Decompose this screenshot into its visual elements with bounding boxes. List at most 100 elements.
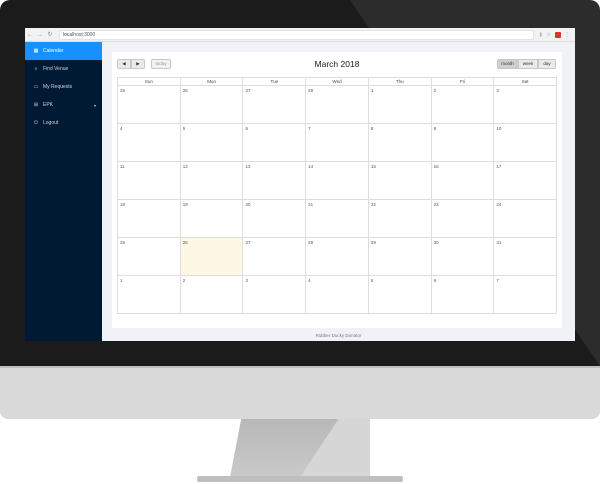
extension-icon[interactable] — [555, 31, 561, 38]
weekday-header: Wed — [306, 78, 369, 86]
week-row: 25 26 27 28 29 30 31 — [118, 238, 558, 276]
day-cell[interactable]: 3 — [494, 86, 558, 124]
week-row: 18 19 20 21 22 23 24 — [118, 200, 558, 238]
day-cell[interactable]: 28 — [306, 238, 369, 276]
day-cell[interactable]: 28 — [306, 86, 369, 124]
day-cell[interactable]: 25 — [118, 86, 181, 124]
today-button[interactable]: today — [151, 59, 171, 69]
day-cell[interactable]: 22 — [368, 200, 432, 238]
grid-icon: ⊞ — [33, 102, 39, 108]
sidebar: ▦ Calendar ⌕ Find Venue ▭ My Requests ⊞ … — [25, 42, 102, 341]
weekday-header: Sat — [494, 78, 558, 86]
day-cell[interactable]: 9 — [431, 124, 495, 162]
day-cell[interactable]: 16 — [431, 162, 495, 200]
screen: ← → ↻ localhost:3000 ⚷ ☆ ⋮ ▦ Calendar ⌕ … — [25, 28, 575, 341]
day-cell[interactable]: 1 — [368, 86, 432, 124]
day-cell[interactable]: 6 — [431, 276, 495, 314]
day-cell[interactable]: 10 — [494, 124, 558, 162]
page-footer: Rubber Ducky Donator — [315, 333, 362, 338]
day-cell[interactable]: 31 — [494, 238, 558, 276]
day-cell[interactable]: 15 — [368, 162, 432, 200]
arrow-right-icon[interactable]: → — [35, 32, 45, 38]
monitor-frame: ← → ↻ localhost:3000 ⚷ ☆ ⋮ ▦ Calendar ⌕ … — [0, 0, 600, 366]
sidebar-item-calendar[interactable]: ▦ Calendar — [25, 42, 102, 60]
sidebar-item-label: Logout — [43, 120, 59, 126]
browser-toolbar: ← → ↻ localhost:3000 ⚷ ☆ ⋮ — [25, 28, 575, 42]
arrow-left-icon[interactable]: ← — [25, 32, 35, 38]
calendar-card: ◀ ▶ today March 2018 month week day Sun … — [112, 52, 562, 328]
day-cell[interactable]: 7 — [494, 276, 558, 314]
day-cell[interactable]: 5 — [368, 276, 432, 314]
sidebar-item-find-venue[interactable]: ⌕ Find Venue — [25, 60, 102, 78]
day-cell[interactable]: 29 — [368, 238, 432, 276]
day-cell[interactable]: 23 — [431, 200, 495, 238]
week-view-button[interactable]: week — [518, 59, 538, 69]
folder-icon: ▭ — [33, 84, 39, 90]
day-cell[interactable]: 27 — [243, 238, 307, 276]
day-cell[interactable]: 7 — [306, 124, 369, 162]
sidebar-item-my-requests[interactable]: ▭ My Requests — [25, 78, 102, 96]
day-cell[interactable]: 4 — [118, 124, 181, 162]
weekday-header-row: Sun Mon Tue Wed Thu Fri Sat — [118, 78, 558, 86]
sidebar-item-epk[interactable]: ⊞ EPK ▾ — [25, 96, 102, 114]
sidebar-item-label: Calendar — [43, 48, 64, 54]
weekday-header: Mon — [180, 78, 244, 86]
day-cell[interactable]: 20 — [243, 200, 307, 238]
day-cell[interactable]: 30 — [431, 238, 495, 276]
address-text: localhost:3000 — [63, 31, 96, 38]
sidebar-item-label: Find Venue — [43, 66, 69, 72]
day-cell[interactable]: 8 — [368, 124, 432, 162]
weekday-header: Thu — [368, 78, 432, 86]
week-row: 11 12 13 14 15 16 17 — [118, 162, 558, 200]
search-icon: ⌕ — [34, 66, 38, 72]
weekday-header: Sun — [118, 78, 181, 86]
day-cell[interactable]: 1 — [118, 276, 181, 314]
day-cell[interactable]: 5 — [180, 124, 244, 162]
day-cell[interactable]: 18 — [118, 200, 181, 238]
day-cell[interactable]: 11 — [118, 162, 181, 200]
day-cell[interactable]: 6 — [243, 124, 307, 162]
monitor-chin — [0, 366, 600, 419]
day-cell[interactable]: 2 — [180, 276, 244, 314]
power-icon: ⏻ — [34, 120, 38, 126]
next-month-button[interactable]: ▶ — [131, 59, 145, 69]
day-cell[interactable]: 13 — [243, 162, 307, 200]
day-cell[interactable]: 24 — [494, 200, 558, 238]
day-cell[interactable]: 26 — [180, 86, 244, 124]
day-cell[interactable]: 19 — [180, 200, 244, 238]
week-row: 4 5 6 7 8 9 10 — [118, 124, 558, 162]
weekday-header: Tue — [243, 78, 307, 86]
chevron-down-icon: ▾ — [93, 102, 96, 108]
monitor-stand-base — [197, 476, 403, 482]
key-icon[interactable]: ⚷ — [539, 32, 543, 38]
month-view-button[interactable]: month — [497, 59, 518, 69]
day-cell[interactable]: 14 — [306, 162, 369, 200]
star-icon[interactable]: ☆ — [547, 32, 551, 38]
browser-actions: ⚷ ☆ ⋮ — [534, 31, 575, 38]
day-cell[interactable]: 27 — [243, 86, 307, 124]
day-cell-today[interactable]: 26 — [180, 238, 244, 276]
day-view-button[interactable]: day — [538, 59, 556, 69]
calendar-title: March 2018 — [314, 59, 360, 69]
sidebar-item-label: My Requests — [43, 84, 73, 90]
menu-icon[interactable]: ⋮ — [565, 32, 570, 38]
day-cell[interactable]: 25 — [118, 238, 181, 276]
day-cell[interactable]: 21 — [306, 200, 369, 238]
sidebar-item-logout[interactable]: ⏻ Logout — [25, 114, 102, 132]
main-content: ◀ ▶ today March 2018 month week day Sun … — [102, 42, 575, 341]
week-row: 25 26 27 28 1 2 3 — [118, 86, 558, 124]
reload-icon[interactable]: ↻ — [45, 31, 55, 38]
calendar-toolbar: ◀ ▶ today March 2018 month week day — [117, 57, 557, 72]
next-icon: ▶ — [136, 61, 140, 66]
day-cell[interactable]: 12 — [180, 162, 244, 200]
weekday-header: Fri — [431, 78, 495, 86]
day-cell[interactable]: 2 — [431, 86, 495, 124]
prev-month-button[interactable]: ◀ — [117, 59, 131, 69]
day-cell[interactable]: 17 — [494, 162, 558, 200]
day-cell[interactable]: 4 — [306, 276, 369, 314]
calendar-icon: ▦ — [33, 48, 39, 54]
week-row: 1 2 3 4 5 6 7 — [118, 276, 558, 314]
prev-icon: ◀ — [122, 61, 126, 66]
day-cell[interactable]: 3 — [243, 276, 307, 314]
address-bar[interactable]: localhost:3000 — [59, 29, 534, 40]
